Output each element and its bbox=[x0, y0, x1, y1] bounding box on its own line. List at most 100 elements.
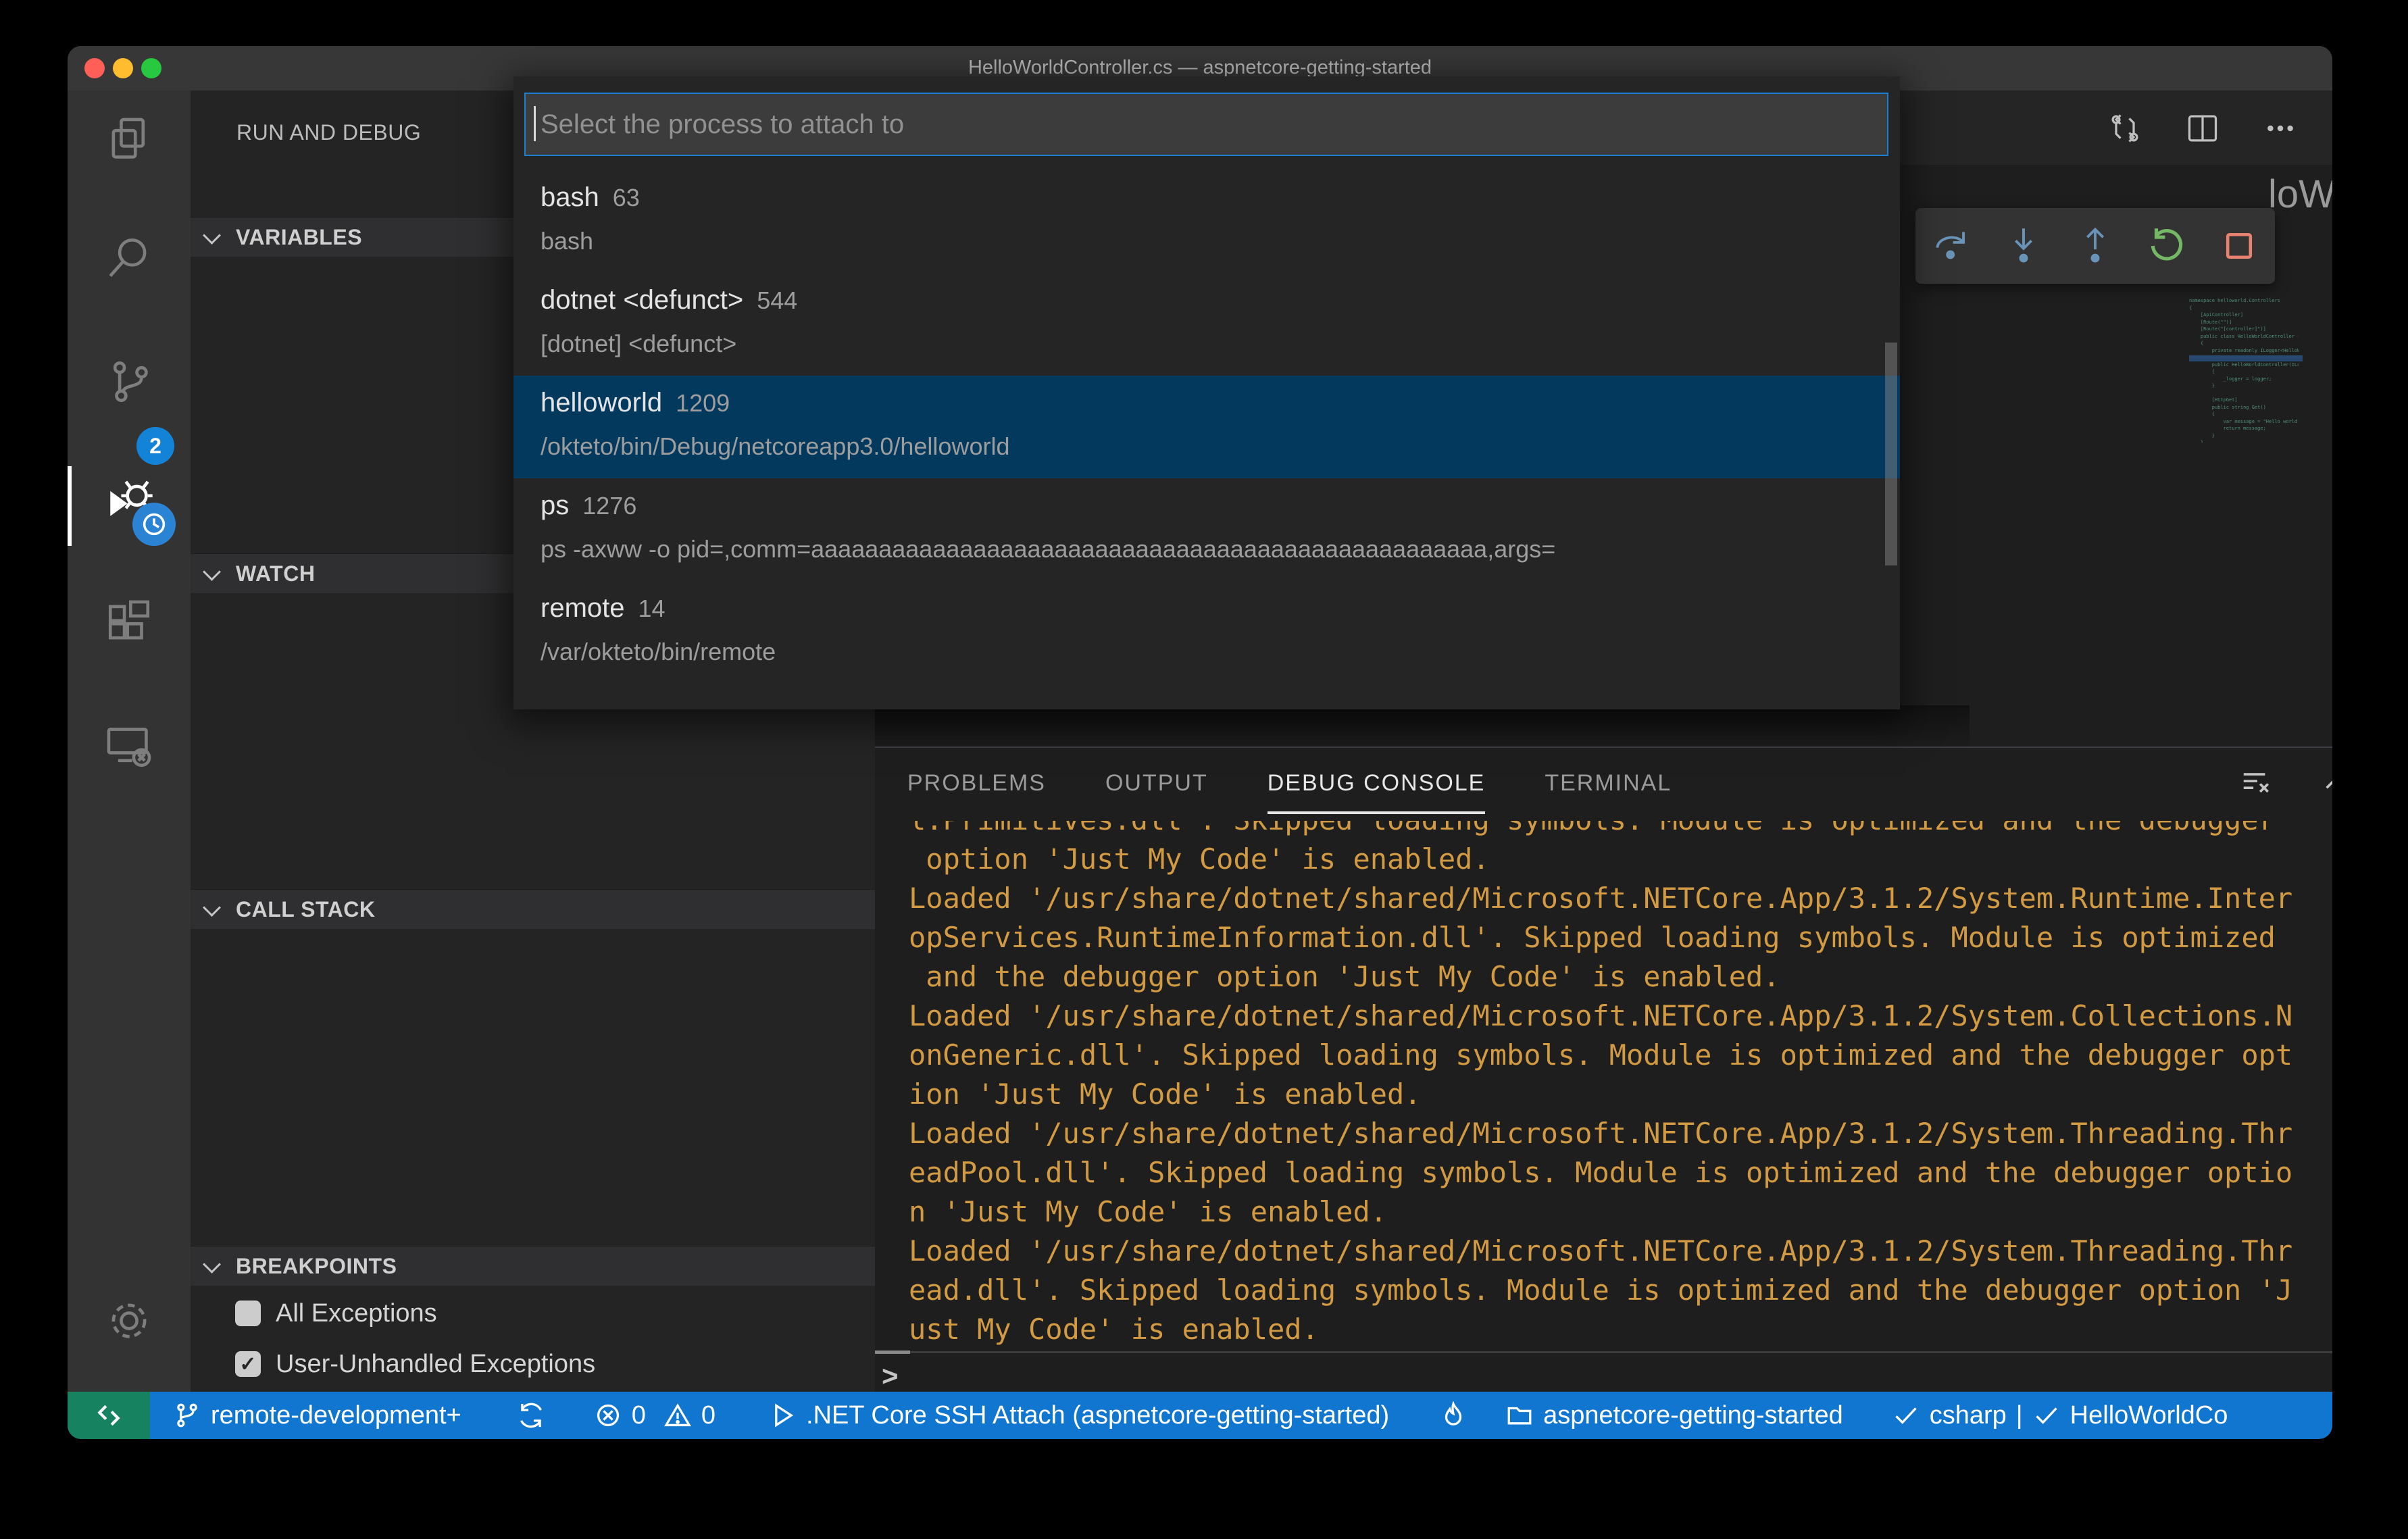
step-into-icon[interactable] bbox=[1995, 217, 2053, 275]
section-label: VARIABLES bbox=[236, 224, 363, 249]
process-item-remote[interactable]: remote 14 /var/okteto/bin/remote bbox=[513, 581, 1900, 684]
desktop: HelloWorldController.cs — aspnetcore-get… bbox=[0, 0, 2408, 1539]
minimap-code: namespace helloworld.Controllers { [ApiC… bbox=[2189, 298, 2299, 443]
source-control-icon[interactable] bbox=[86, 339, 172, 424]
explorer-icon[interactable] bbox=[86, 97, 172, 182]
breakpoint-label: All Exceptions bbox=[276, 1298, 437, 1328]
check-icon bbox=[1895, 1407, 1917, 1424]
process-description: /var/okteto/bin/remote bbox=[541, 638, 776, 665]
checkbox[interactable] bbox=[235, 1351, 261, 1377]
vscode-window: HelloWorldController.cs — aspnetcore-get… bbox=[68, 46, 2332, 1439]
tab-terminal[interactable]: TERMINAL bbox=[1545, 770, 1672, 797]
restart-icon[interactable] bbox=[2138, 217, 2196, 275]
clear-console-icon[interactable] bbox=[2236, 764, 2274, 802]
console-scrollbar-thumb[interactable] bbox=[875, 1351, 910, 1354]
minimap-highlight-line bbox=[2189, 355, 2303, 361]
tab-output[interactable]: OUTPUT bbox=[1105, 770, 1208, 797]
checkbox[interactable] bbox=[235, 1301, 261, 1326]
editor-tab-label-fragment[interactable]: loWo bbox=[2268, 172, 2332, 217]
section-header-breakpoints[interactable]: BREAKPOINTS bbox=[191, 1246, 875, 1286]
check-icon bbox=[2036, 1407, 2057, 1424]
breakpoint-row-user-unhandled[interactable]: User-Unhandled Exceptions bbox=[191, 1345, 875, 1383]
debug-console-output: l.Primitives.dll'. Skipped loading symbo… bbox=[875, 821, 2332, 1351]
sync-icon bbox=[520, 1403, 542, 1428]
process-pid: 544 bbox=[757, 286, 798, 314]
process-name: bash bbox=[541, 182, 599, 212]
panel-tab-bar: PROBLEMS OUTPUT DEBUG CONSOLE TERMINAL bbox=[907, 748, 1672, 818]
process-name: ps bbox=[541, 490, 570, 520]
extensions-icon[interactable] bbox=[86, 580, 172, 665]
warning-count: 0 bbox=[701, 1401, 716, 1430]
status-bar: remote-development+ 0 0 .NET Core SSH At… bbox=[68, 1392, 2332, 1439]
process-description: /okteto/bin/Debug/netcoreapp3.0/hellowor… bbox=[541, 432, 1010, 460]
debug-toolbar bbox=[1915, 208, 2275, 284]
console-text: l.Primitives.dll'. Skipped loading symbo… bbox=[909, 821, 2293, 1346]
maximize-panel-icon[interactable] bbox=[2317, 764, 2332, 802]
process-pid: 1209 bbox=[676, 389, 730, 417]
chevron-down-icon bbox=[203, 898, 221, 917]
okteto-status-item[interactable] bbox=[1420, 1392, 1486, 1439]
folder-name: aspnetcore-getting-started bbox=[1543, 1401, 1843, 1430]
section-label: BREAKPOINTS bbox=[236, 1253, 397, 1278]
breakpoint-label: User-Unhandled Exceptions bbox=[276, 1349, 596, 1378]
branch-icon bbox=[177, 1403, 197, 1428]
quick-pick-input[interactable] bbox=[526, 94, 1907, 155]
sidebar-title: RUN AND DEBUG bbox=[236, 120, 422, 145]
process-item-helloworld[interactable]: helloworld 1209 /okteto/bin/Debug/netcore… bbox=[513, 376, 1900, 478]
console-prompt-chevron[interactable]: > bbox=[882, 1360, 899, 1392]
debug-session-clock-badge bbox=[132, 503, 176, 546]
folder-status-item[interactable]: aspnetcore-getting-started bbox=[1486, 1392, 1862, 1439]
error-count: 0 bbox=[631, 1401, 646, 1430]
section-header-call-stack[interactable]: CALL STACK bbox=[191, 889, 875, 929]
text-cursor bbox=[534, 106, 536, 141]
process-item-ps[interactable]: ps 1276 ps -axww -o pid=,comm=aaaaaaaaaaa… bbox=[513, 478, 1900, 581]
process-description: [dotnet] <defunct> bbox=[541, 330, 737, 357]
tab-problems[interactable]: PROBLEMS bbox=[907, 770, 1046, 797]
bottom-panel: PROBLEMS OUTPUT DEBUG CONSOLE TERMINAL l… bbox=[875, 747, 2332, 1393]
process-pid: 1276 bbox=[582, 492, 637, 520]
sync-status-item[interactable] bbox=[498, 1392, 564, 1439]
branch-status-item[interactable]: remote-development+ bbox=[154, 1392, 480, 1439]
file-status-label: HelloWorldCo bbox=[2070, 1401, 2228, 1430]
process-description: ps -axww -o pid=,comm=aaaaaaaaaaaaaaaaaa… bbox=[541, 535, 1556, 563]
settings-gear-icon[interactable] bbox=[86, 1278, 172, 1363]
console-scrollbar[interactable] bbox=[875, 1351, 2332, 1354]
step-over-icon[interactable] bbox=[1922, 217, 1980, 275]
chevron-down-icon bbox=[203, 226, 221, 245]
activity-bar: 2 bbox=[68, 91, 191, 1392]
search-icon[interactable] bbox=[86, 216, 172, 301]
minimap[interactable]: namespace helloworld.Controllers { [ApiC… bbox=[2189, 297, 2299, 443]
stop-icon[interactable] bbox=[2210, 217, 2268, 275]
warning-icon bbox=[663, 1403, 691, 1427]
active-view-indicator bbox=[68, 466, 72, 546]
problems-status-item[interactable]: 0 0 bbox=[575, 1392, 734, 1439]
play-icon bbox=[775, 1403, 794, 1428]
process-item-bash[interactable]: bash 63 bash bbox=[513, 170, 1900, 273]
open-changes-icon[interactable] bbox=[2105, 108, 2145, 149]
language-status-item[interactable]: csharp | HelloWorldCo bbox=[1873, 1392, 2247, 1439]
branch-name: remote-development+ bbox=[211, 1401, 461, 1430]
process-pid: 63 bbox=[612, 184, 640, 211]
separator: | bbox=[2015, 1401, 2023, 1430]
remote-explorer-icon[interactable] bbox=[86, 704, 172, 789]
section-label: WATCH bbox=[236, 561, 316, 586]
language-label: csharp bbox=[1929, 1401, 2007, 1430]
step-out-icon[interactable] bbox=[2066, 217, 2124, 275]
breakpoint-row-all-exceptions[interactable]: All Exceptions bbox=[191, 1294, 875, 1332]
process-item-dotnet[interactable]: dotnet <defunct> 544 [dotnet] <defunct> bbox=[513, 273, 1900, 376]
flame-icon bbox=[1445, 1401, 1462, 1426]
error-icon bbox=[597, 1404, 619, 1427]
remote-indicator[interactable] bbox=[68, 1392, 150, 1439]
quick-pick-input-box bbox=[524, 93, 1907, 156]
tab-debug-console[interactable]: DEBUG CONSOLE bbox=[1267, 770, 1486, 814]
process-name: remote bbox=[541, 593, 625, 623]
quick-pick-dropdown: bash 63 bash dotnet <defunct> 544 [dotnet]… bbox=[513, 76, 1907, 709]
debug-config-label: .NET Core SSH Attach (aspnetcore-getting… bbox=[806, 1401, 1390, 1430]
quick-pick-scrollbar[interactable] bbox=[1885, 343, 1897, 565]
process-name: helloworld bbox=[541, 388, 663, 418]
ellipsis-icon[interactable] bbox=[2260, 108, 2301, 149]
chevron-down-icon bbox=[203, 1255, 221, 1273]
debug-config-status-item[interactable]: .NET Core SSH Attach (aspnetcore-getting… bbox=[749, 1392, 1408, 1439]
split-editor-icon[interactable] bbox=[2182, 108, 2223, 149]
section-label: CALL STACK bbox=[236, 897, 376, 922]
